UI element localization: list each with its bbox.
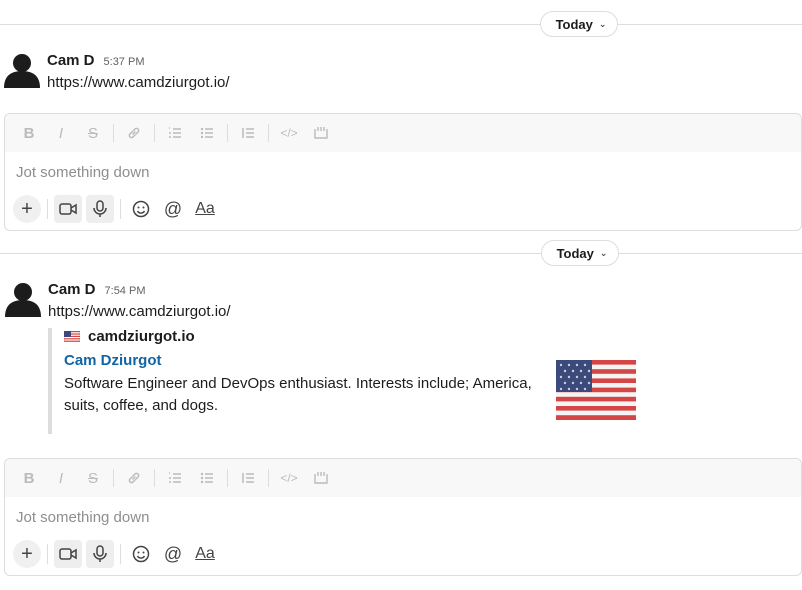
italic-icon[interactable]: I	[47, 119, 75, 147]
message-composer: B I S </> Jot something down + @ Aa	[4, 113, 802, 231]
date-divider: Today ⌄	[0, 10, 802, 40]
italic-icon[interactable]: I	[47, 464, 75, 492]
blockquote-icon[interactable]	[234, 464, 262, 492]
flag-thumbnail[interactable]	[556, 360, 636, 420]
ordered-list-icon[interactable]	[161, 464, 189, 492]
author-name[interactable]: Cam D	[47, 52, 95, 69]
chevron-down-icon: ⌄	[598, 18, 607, 29]
avatar[interactable]	[4, 52, 40, 88]
link-icon[interactable]	[120, 119, 148, 147]
avatar[interactable]	[5, 281, 41, 317]
preview-site[interactable]: camdziurgot.io	[64, 328, 195, 345]
author-name[interactable]: Cam D	[48, 281, 96, 298]
preview-title[interactable]: Cam Dziurgot	[64, 352, 162, 369]
link-icon[interactable]	[120, 464, 148, 492]
date-divider: Today ⌄	[0, 239, 802, 269]
strikethrough-icon[interactable]: S	[79, 119, 107, 147]
microphone-icon[interactable]	[86, 540, 114, 568]
message-input[interactable]: Jot something down	[16, 164, 149, 181]
preview-site-name: camdziurgot.io	[88, 328, 195, 345]
plus-icon[interactable]: +	[13, 540, 41, 568]
ordered-list-icon[interactable]	[161, 119, 189, 147]
link-preview: camdziurgot.io Cam Dziurgot Software Eng…	[48, 328, 648, 434]
date-jump-button[interactable]: Today ⌄	[541, 240, 619, 266]
bulleted-list-icon[interactable]	[193, 119, 221, 147]
date-jump-button[interactable]: Today ⌄	[540, 11, 618, 37]
preview-description: Software Engineer and DevOps enthusiast.…	[64, 375, 532, 414]
composer-actions: + @ Aa	[13, 539, 223, 569]
message-input[interactable]: Jot something down	[16, 509, 149, 526]
text-format-icon[interactable]: Aa	[191, 540, 219, 568]
formatting-toolbar: B I S </>	[5, 114, 801, 152]
date-label: Today	[556, 245, 594, 261]
message: Cam D 7:54 PM https://www.camdziurgot.io…	[0, 281, 802, 436]
code-block-icon[interactable]	[307, 119, 335, 147]
emoji-icon[interactable]	[127, 195, 155, 223]
emoji-icon[interactable]	[127, 540, 155, 568]
mention-icon[interactable]: @	[159, 540, 187, 568]
microphone-icon[interactable]	[86, 195, 114, 223]
timestamp[interactable]: 5:37 PM	[104, 56, 145, 68]
plus-icon[interactable]: +	[13, 195, 41, 223]
formatting-toolbar: B I S </>	[5, 459, 801, 497]
flag-favicon-icon	[64, 331, 80, 342]
composer-actions: + @ Aa	[13, 194, 223, 224]
code-block-icon[interactable]	[307, 464, 335, 492]
video-icon[interactable]	[54, 195, 82, 223]
message-link[interactable]: https://www.camdziurgot.io/	[48, 303, 231, 320]
bulleted-list-icon[interactable]	[193, 464, 221, 492]
blockquote-icon[interactable]	[234, 119, 262, 147]
divider-line	[0, 24, 802, 25]
code-icon[interactable]: </>	[275, 119, 303, 147]
divider-line	[0, 253, 802, 254]
code-icon[interactable]: </>	[275, 464, 303, 492]
message-link[interactable]: https://www.camdziurgot.io/	[47, 74, 230, 91]
chevron-down-icon: ⌄	[599, 247, 608, 258]
bold-icon[interactable]: B	[15, 119, 43, 147]
timestamp[interactable]: 7:54 PM	[105, 285, 146, 297]
mention-icon[interactable]: @	[159, 195, 187, 223]
message: Cam D 5:37 PM https://www.camdziurgot.io…	[0, 52, 802, 102]
bold-icon[interactable]: B	[15, 464, 43, 492]
text-format-icon[interactable]: Aa	[191, 195, 219, 223]
message-composer: B I S </> Jot something down + @ Aa	[4, 458, 802, 576]
strikethrough-icon[interactable]: S	[79, 464, 107, 492]
date-label: Today	[555, 16, 593, 32]
video-icon[interactable]	[54, 540, 82, 568]
